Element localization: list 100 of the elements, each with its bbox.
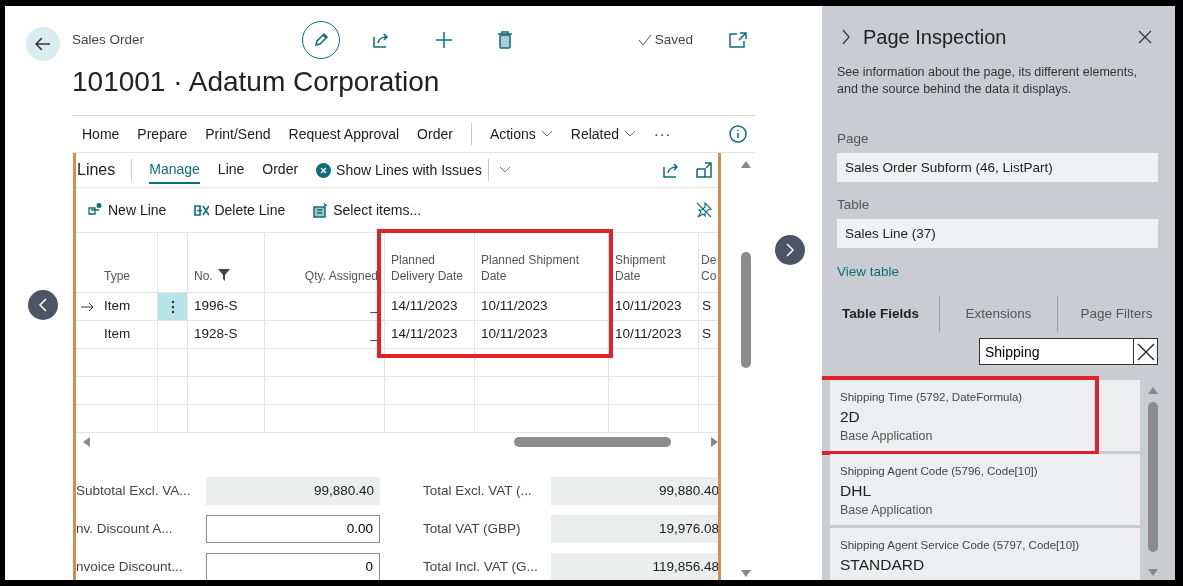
page-field: Sales Order Subform (46, ListPart) bbox=[837, 153, 1158, 182]
column-header[interactable]: Planned Shipment Date bbox=[475, 233, 609, 292]
field-source: Base Application bbox=[840, 427, 934, 445]
close-icon bbox=[1136, 342, 1155, 361]
show-issues-button[interactable]: Show Lines with Issues bbox=[316, 159, 482, 181]
table-cell bbox=[98, 348, 158, 376]
field-caption: Shipping Agent Code (5796, Code[10]) bbox=[840, 464, 1039, 480]
column-header[interactable]: Type bbox=[98, 233, 158, 292]
field-label: Page bbox=[837, 130, 870, 148]
chevron-right-icon[interactable] bbox=[841, 28, 851, 46]
part-tab[interactable]: Line bbox=[217, 156, 245, 184]
total-label: Total Incl. VAT (G... bbox=[422, 557, 539, 576]
table-cell bbox=[158, 376, 188, 404]
amount-field[interactable]: 0 bbox=[206, 553, 380, 580]
scrollbar-thumb[interactable] bbox=[1147, 402, 1158, 553]
action-tab[interactable]: Home bbox=[82, 123, 120, 145]
amount-value: 19,976.08 bbox=[551, 515, 718, 543]
action-tab[interactable]: Prepare bbox=[137, 123, 188, 145]
clear-search-button[interactable] bbox=[1133, 338, 1158, 366]
more-button[interactable]: ··· bbox=[654, 123, 672, 145]
share-icon[interactable] bbox=[372, 31, 390, 49]
field-card[interactable]: Shipping Agent Service Code (5797, Code[10]) STANDARD bbox=[830, 528, 1141, 580]
record-title: 101001 · Adatum Corporation bbox=[72, 65, 755, 116]
total-label: Subtotal Excl. VA... bbox=[76, 481, 192, 500]
page-caption: Sales Order bbox=[72, 30, 146, 49]
table-cell: Item bbox=[98, 320, 158, 348]
table-cell: 10/11/2023 bbox=[609, 320, 699, 348]
delete-line-icon bbox=[193, 202, 210, 218]
table-cell: 1928-S bbox=[188, 320, 265, 348]
menu-button[interactable]: Related bbox=[570, 123, 637, 145]
amount-value: 99,880.40 bbox=[206, 477, 380, 505]
dots-icon bbox=[170, 299, 175, 314]
total-label: nvoice Discount... bbox=[76, 557, 184, 576]
scroll-up-icon[interactable] bbox=[740, 161, 751, 168]
column-header[interactable]: Planned Delivery Date bbox=[385, 233, 475, 292]
part-tab[interactable]: Order bbox=[262, 156, 299, 184]
panel-title: Page Inspection bbox=[863, 25, 1007, 50]
arrow-left-icon bbox=[34, 35, 52, 53]
chevron-right-icon bbox=[784, 242, 796, 258]
action-tab[interactable]: Order bbox=[417, 123, 453, 145]
action-button[interactable]: Delete Line bbox=[193, 199, 286, 221]
back-button[interactable] bbox=[26, 27, 60, 61]
new-line-icon bbox=[87, 202, 103, 218]
save-status: Saved bbox=[654, 30, 693, 49]
trash-icon[interactable] bbox=[497, 31, 513, 49]
action-button[interactable]: New Line bbox=[87, 199, 167, 221]
table-cell: 14/11/2023 bbox=[385, 292, 475, 320]
close-circle-icon bbox=[316, 162, 332, 178]
popout-icon[interactable] bbox=[729, 32, 747, 48]
table-cell bbox=[158, 348, 188, 376]
amount-field[interactable]: 0.00 bbox=[206, 515, 380, 543]
scroll-right-icon[interactable] bbox=[711, 436, 718, 447]
table-cell: S bbox=[699, 320, 718, 348]
field-caption: Shipping Time (5792, DateFormula) bbox=[840, 390, 1024, 406]
chevron-down-icon bbox=[540, 130, 553, 138]
action-tab[interactable]: Request Approval bbox=[288, 123, 400, 145]
field-label: Table bbox=[837, 196, 871, 214]
column-header[interactable]: De Co bbox=[699, 233, 718, 292]
table-cell: 14/11/2023 bbox=[385, 320, 475, 348]
column-header[interactable]: Qty. Assigned bbox=[265, 233, 385, 292]
table-cell: 1996-S bbox=[188, 292, 265, 320]
total-label: Total VAT (GBP) bbox=[422, 519, 522, 538]
view-table-link[interactable]: View table bbox=[837, 262, 900, 283]
pin-off-icon[interactable] bbox=[696, 202, 712, 218]
plus-icon[interactable] bbox=[435, 31, 453, 49]
info-icon[interactable] bbox=[729, 125, 747, 143]
scrollbar-thumb[interactable] bbox=[513, 436, 672, 447]
share-icon[interactable] bbox=[663, 162, 679, 178]
next-button[interactable] bbox=[775, 235, 805, 265]
expand-icon[interactable] bbox=[696, 162, 712, 178]
scrollbar-thumb[interactable] bbox=[740, 252, 751, 368]
table-cell: 10/11/2023 bbox=[475, 320, 609, 348]
field-value: 2D bbox=[840, 406, 861, 427]
chevron-down-icon bbox=[624, 130, 637, 138]
action-button[interactable]: Select items... bbox=[312, 199, 422, 221]
panel-tab[interactable]: Extensions bbox=[940, 296, 1058, 333]
close-icon[interactable] bbox=[1138, 30, 1152, 44]
field-source: Base Application bbox=[840, 501, 934, 519]
chevron-left-icon bbox=[37, 297, 49, 313]
amount-value: 99,880.40 bbox=[551, 477, 718, 505]
chevron-down-icon[interactable] bbox=[498, 166, 511, 174]
panel-tab[interactable]: Table Fields bbox=[822, 296, 940, 333]
panel-description: See information about the page, its different elements, and the source behind the data it displays. bbox=[837, 64, 1138, 98]
select-items-icon bbox=[312, 202, 329, 218]
column-header[interactable]: Shipment Date bbox=[609, 233, 699, 292]
action-tab[interactable]: Print/Send bbox=[205, 123, 271, 145]
checkmark-icon bbox=[637, 34, 652, 46]
table-cell: S bbox=[699, 292, 718, 320]
amount-value: 119,856.48 bbox=[551, 553, 718, 580]
search-field[interactable]: Shipping bbox=[979, 338, 1133, 366]
field-card[interactable]: Shipping Agent Code (5796, Code[10]) DHL Base Application bbox=[830, 454, 1141, 526]
part-tab[interactable]: Manage bbox=[149, 156, 200, 184]
table-cell: 10/11/2023 bbox=[609, 292, 699, 320]
scroll-left-icon[interactable] bbox=[83, 436, 90, 447]
menu-button[interactable]: Actions bbox=[489, 123, 553, 145]
field-value: DHL bbox=[840, 480, 872, 501]
previous-button[interactable] bbox=[28, 290, 58, 320]
panel-tab[interactable]: Page Filters bbox=[1058, 296, 1175, 333]
scroll-down-icon[interactable] bbox=[740, 570, 751, 577]
column-header[interactable]: No. bbox=[188, 233, 265, 292]
